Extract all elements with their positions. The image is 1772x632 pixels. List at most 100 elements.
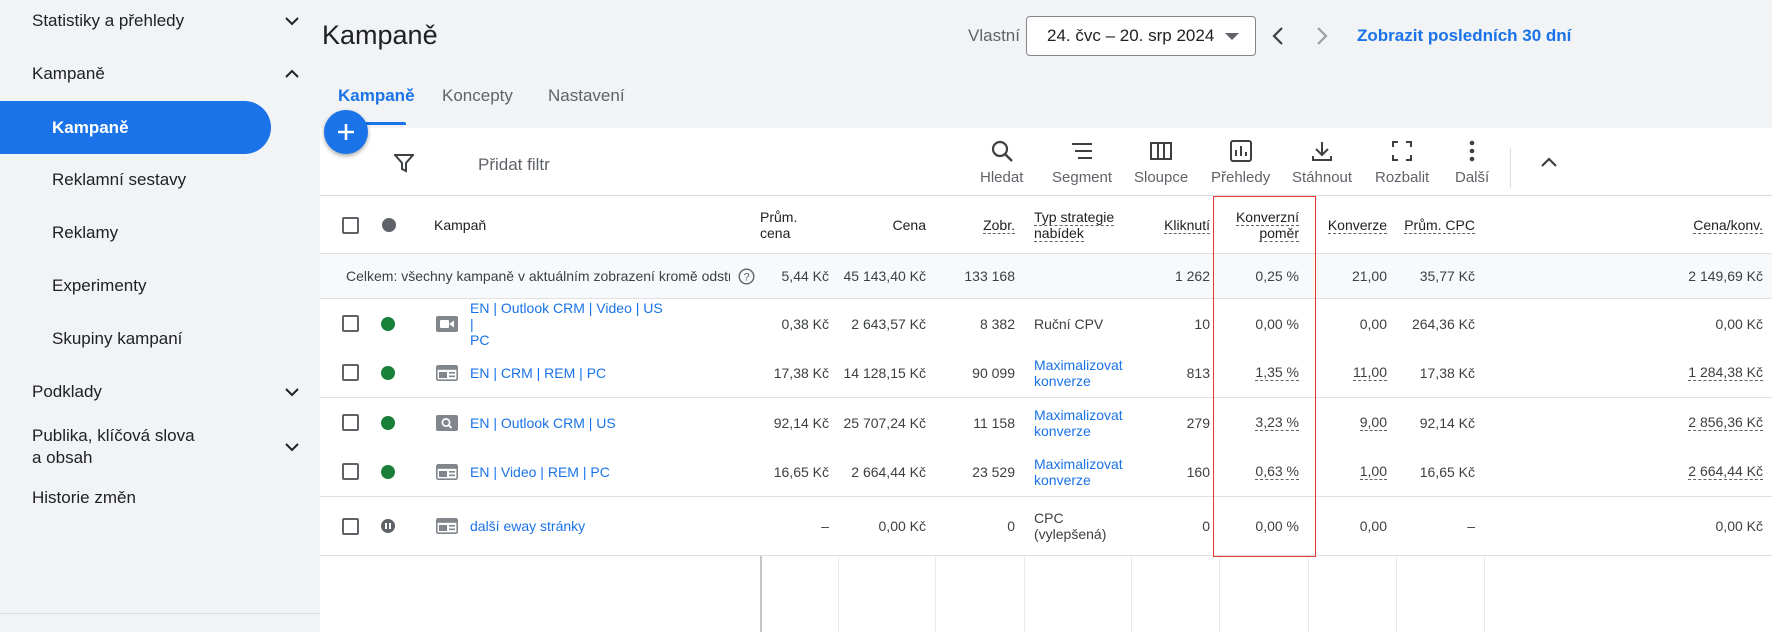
totals-cost_conv: 2 149,69 Kč xyxy=(1688,268,1763,284)
campaign-name-line1: EN | CRM | REM | PC xyxy=(470,364,607,381)
header-avg_cost[interactable]: Prům. cena xyxy=(760,197,838,253)
date-range-label: Vlastní xyxy=(968,26,1020,45)
header-conv_rate[interactable]: Konverzní poměr xyxy=(1219,197,1308,253)
chevron-down-icon xyxy=(278,7,306,35)
sidebar-item-ads[interactable]: Reklamy xyxy=(0,206,306,260)
cell-conv_rate[interactable]: 0,63 % xyxy=(1219,447,1308,496)
expand-button[interactable]: Rozbalit xyxy=(1375,139,1429,194)
header-clicks[interactable]: Kliknutí xyxy=(1131,197,1219,253)
cell-avg_cpc: – xyxy=(1396,497,1484,555)
row-checkbox[interactable] xyxy=(342,364,359,381)
sidebar-item-assets[interactable]: Podklady xyxy=(0,365,306,419)
sidebar-item-label: Historie změn xyxy=(32,488,136,507)
cell-avg_cpc-value: 264,36 Kč xyxy=(1411,315,1475,332)
sidebar-item-audiences[interactable]: Publika, klíčová slova a obsah xyxy=(0,420,306,474)
help-icon[interactable]: ? xyxy=(738,268,755,290)
show-last-30-days-link[interactable]: Zobrazit posledních 30 dní xyxy=(1357,26,1571,46)
cell-conv_rate[interactable]: 3,23 % xyxy=(1219,398,1308,447)
cell-avg_cpc-value: 17,38 Kč xyxy=(1419,364,1475,381)
add-filter-button[interactable]: Přidat filtr xyxy=(478,155,550,175)
row-status-cell[interactable] xyxy=(380,447,418,496)
header-impr[interactable]: Zobr. xyxy=(935,197,1024,253)
date-range-picker[interactable]: 24. čvc – 20. srp 2024 xyxy=(1026,16,1256,56)
sidebar-item-campaigns[interactable]: Kampaně xyxy=(0,101,271,154)
header-campaign[interactable]: Kampaň xyxy=(418,197,760,253)
row-status-cell[interactable] xyxy=(380,497,418,555)
bid-strategy-line1: Maximalizovat xyxy=(1034,356,1123,373)
row-checkbox[interactable] xyxy=(342,517,359,535)
bid-strategy-line2: konverze xyxy=(1034,372,1091,389)
download-button[interactable]: Stáhnout xyxy=(1292,139,1352,194)
columns-button[interactable]: Sloupce xyxy=(1134,139,1188,194)
reports-button-label: Přehledy xyxy=(1211,169,1271,186)
previous-period-button[interactable] xyxy=(1262,20,1294,52)
bid-strategy-line1: Maximalizovat xyxy=(1034,455,1123,472)
row-checkbox[interactable] xyxy=(342,315,359,332)
collapse-toolbar-button[interactable] xyxy=(1540,155,1558,173)
tab-settings[interactable]: Nastavení xyxy=(548,86,625,106)
cell-conversions[interactable]: 11,00 xyxy=(1308,348,1396,397)
header-bid[interactable]: Typ strategie nabídek xyxy=(1024,197,1131,253)
download-icon xyxy=(1312,142,1333,161)
cell-cost_conv-value: 0,00 Kč xyxy=(1715,518,1763,534)
header-conv_rate-line1: Konverzní xyxy=(1235,209,1299,226)
row-status-cell[interactable] xyxy=(380,299,418,348)
sidebar-item-insights[interactable]: Statistiky a přehledy xyxy=(0,0,306,48)
campaign-name-link[interactable]: EN | Video | REM | PC xyxy=(470,447,670,496)
status-header[interactable] xyxy=(380,197,418,253)
reports-button[interactable]: Přehledy xyxy=(1211,139,1270,194)
sidebar-item-ad-groups[interactable]: Reklamní sestavy xyxy=(0,153,306,207)
cell-conversions[interactable]: 9,00 xyxy=(1308,398,1396,447)
header-conversions[interactable]: Konverze xyxy=(1308,197,1396,253)
campaign-name-link[interactable]: EN | Outlook CRM | Video | US | PC xyxy=(470,299,670,348)
sidebar-item-label: Experimenty xyxy=(52,276,147,295)
next-period-button[interactable] xyxy=(1306,20,1338,52)
cell-cost_conv[interactable]: 2 856,36 Kč xyxy=(1484,398,1772,447)
cell-avg_cpc: 17,38 Kč xyxy=(1396,348,1484,397)
tab-drafts[interactable]: Koncepty xyxy=(442,86,513,106)
cell-cost_conv-value: 1 284,38 Kč xyxy=(1688,364,1763,381)
cell-cost_conv[interactable]: 2 664,44 Kč xyxy=(1484,447,1772,496)
row-checkbox[interactable] xyxy=(342,414,359,431)
bid-strategy-link[interactable]: Maximalizovat konverze xyxy=(1024,447,1131,496)
cell-cost: 25 707,24 Kč xyxy=(843,414,926,431)
campaign-name-link[interactable]: EN | Outlook CRM | US xyxy=(470,398,670,447)
cell-clicks: 0 xyxy=(1202,518,1210,534)
header-avg_cpc[interactable]: Prům. CPC xyxy=(1396,197,1484,253)
campaign-name-link[interactable]: EN | CRM | REM | PC xyxy=(470,348,670,397)
segment-button-label: Segment xyxy=(1052,169,1113,186)
header-cost_conv[interactable]: Cena/konv. xyxy=(1484,197,1772,253)
tab-campaigns[interactable]: Kampaně xyxy=(338,86,415,106)
search-button[interactable]: Hledat xyxy=(980,139,1023,194)
bid-strategy-link[interactable]: Maximalizovat konverze xyxy=(1024,348,1131,397)
campaign-name-link[interactable]: další eway stránky xyxy=(470,497,670,555)
expand-button-label: Rozbalit xyxy=(1375,169,1430,186)
sidebar-item-campaign-groups[interactable]: Skupiny kampaní xyxy=(0,312,306,366)
status-dot-icon xyxy=(382,218,396,232)
row-checkbox[interactable] xyxy=(342,463,359,480)
cell-clicks: 279 xyxy=(1186,414,1210,431)
header-cost[interactable]: Cena xyxy=(838,197,935,253)
sidebar-item-change-history[interactable]: Historie změn xyxy=(0,471,306,525)
sidebar-item-experiments[interactable]: Experimenty xyxy=(0,259,306,313)
totals-avg_cpc: 35,77 Kč xyxy=(1419,268,1475,284)
select-all-checkbox[interactable] xyxy=(342,216,359,234)
row-status-cell[interactable] xyxy=(380,398,418,447)
cell-conversions[interactable]: 1,00 xyxy=(1308,447,1396,496)
cell-impr: 23 529 xyxy=(972,463,1015,480)
cell-impr: 8 382 xyxy=(979,315,1015,332)
display-icon xyxy=(436,463,458,485)
sidebar-item-campaigns-group[interactable]: Kampaně xyxy=(0,47,306,101)
more-button[interactable]: Další xyxy=(1455,139,1489,194)
filter-icon[interactable] xyxy=(392,153,416,178)
sidebar-item-label: Reklamy xyxy=(52,223,119,242)
segment-button[interactable]: Segment xyxy=(1052,139,1112,194)
add-campaign-button[interactable] xyxy=(324,110,368,154)
cell-conv_rate[interactable]: 1,35 % xyxy=(1219,348,1308,397)
cell-cost: 0,00 Kč xyxy=(878,518,926,534)
cell-cost_conv[interactable]: 1 284,38 Kč xyxy=(1484,348,1772,397)
cell-avg_cost: 17,38 Kč xyxy=(773,364,829,381)
row-status-cell[interactable] xyxy=(380,348,418,397)
sidebar-item-label: Skupiny kampaní xyxy=(52,329,183,348)
bid-strategy-link[interactable]: Maximalizovat konverze xyxy=(1024,398,1131,447)
